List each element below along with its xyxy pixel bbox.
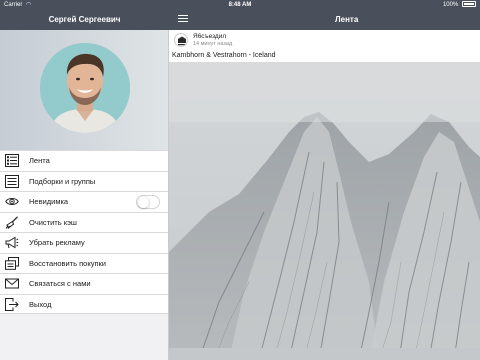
invisible-mode-toggle[interactable] xyxy=(136,195,160,209)
avatar[interactable] xyxy=(40,43,130,133)
post-author-name[interactable]: Я6съездил xyxy=(193,33,226,40)
menu-list: Лента Подборки и группы Невидимка Очисти… xyxy=(0,150,168,314)
battery-icon xyxy=(462,1,476,8)
exit-icon xyxy=(5,297,19,311)
post-timestamp: 14 минут назад xyxy=(193,41,233,47)
menu-item-feed[interactable]: Лента xyxy=(0,150,168,171)
menu-item-clear-cache[interactable]: Очистить кэш xyxy=(0,211,168,232)
group-logo-icon xyxy=(175,34,187,46)
sidebar: Лента Подборки и группы Невидимка Очисти… xyxy=(0,30,169,360)
battery-percent: 100% xyxy=(442,2,459,8)
feed-list-icon xyxy=(5,154,19,167)
menu-item-label: Выход xyxy=(29,299,52,309)
menu-item-logout[interactable]: Выход xyxy=(0,293,168,314)
status-bar: Carrier ◠ 8:48 AM 100% xyxy=(0,0,480,10)
feed-panel: Я6съездил 14 минут назад Kambhorn & Vest… xyxy=(169,30,480,360)
mountain-photo xyxy=(169,62,480,360)
post-header: Я6съездил 14 минут назад xyxy=(169,30,480,50)
menu-item-label: Убрать рекламу xyxy=(29,238,85,247)
menu-item-label: Невидимка xyxy=(29,197,69,206)
eye-icon xyxy=(5,198,19,205)
profile-header xyxy=(0,30,168,150)
status-time: 8:48 AM xyxy=(228,2,252,8)
menu-item-label: Очистить кэш xyxy=(29,217,77,227)
menu-item-restore-purchases[interactable]: Восстановить покупки xyxy=(0,252,168,273)
megaphone-icon xyxy=(5,236,19,249)
battery-indicator: 100% xyxy=(443,0,476,10)
avatar-photo xyxy=(40,43,130,133)
menu-item-invisible[interactable]: Невидимка xyxy=(0,191,168,212)
restore-icon xyxy=(5,256,19,270)
post-image[interactable] xyxy=(169,62,480,360)
envelope-icon xyxy=(5,278,19,289)
menu-item-contact-us[interactable]: Связаться с нами xyxy=(0,273,168,294)
menu-item-label: Восстановить покупки xyxy=(29,258,106,268)
feed-title: Лента xyxy=(335,15,359,24)
menu-item-label: Подборки и группы xyxy=(29,176,96,186)
menu-item-label: Связаться с нами xyxy=(29,279,91,288)
lines-icon xyxy=(5,174,19,188)
menu-item-remove-ads[interactable]: Убрать рекламу xyxy=(0,232,168,253)
menu-item-collections[interactable]: Подборки и группы xyxy=(0,170,168,191)
post-caption: Kambhorn & Vestrahorn - Iceland xyxy=(172,52,276,59)
user-name-title: Сергей Сергеевич xyxy=(48,15,121,24)
navigation-bar: Сергей Сергеевич Лента xyxy=(0,10,480,30)
broom-icon xyxy=(5,215,18,229)
menu-item-label: Лента xyxy=(29,156,50,165)
post-author-avatar[interactable] xyxy=(174,33,188,47)
